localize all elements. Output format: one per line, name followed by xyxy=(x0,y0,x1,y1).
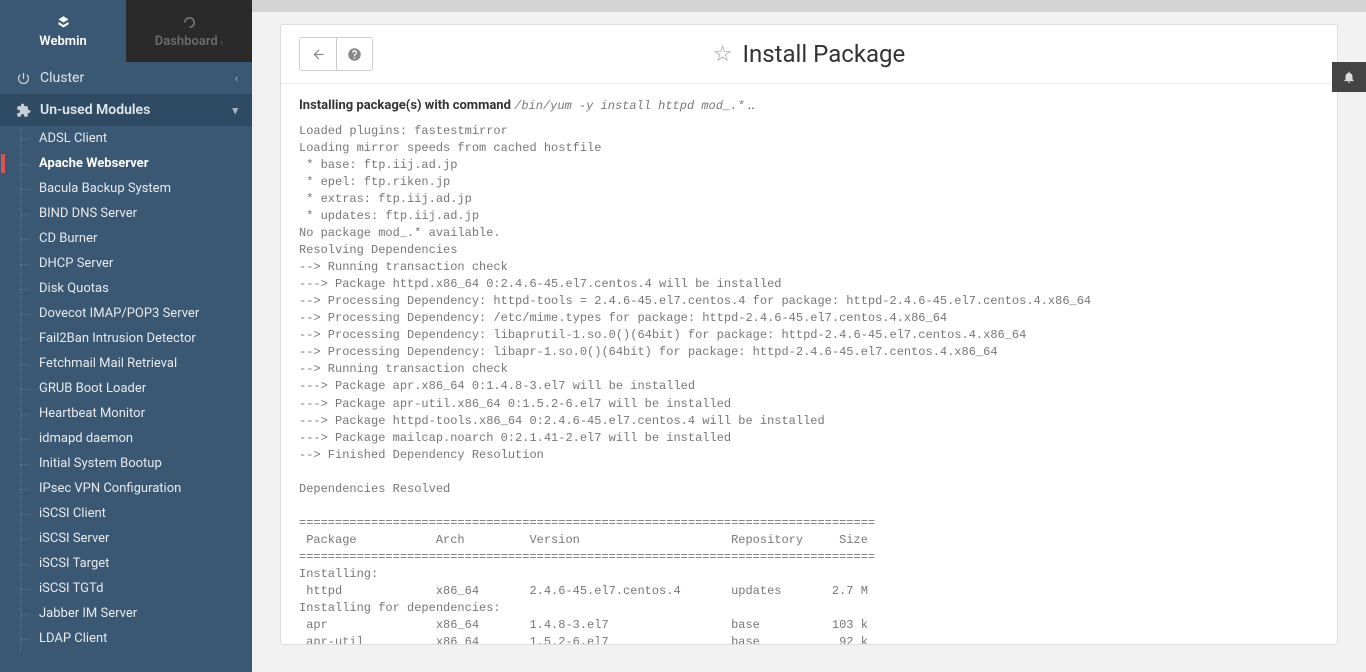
tab-dashboard-label: Dashboard › xyxy=(155,34,223,49)
sidebar-item-cd-burner[interactable]: CD Burner xyxy=(21,226,252,251)
install-command: /bin/yum -y install httpd mod_.* xyxy=(514,99,744,113)
sidebar-item-iscsi-server[interactable]: iSCSI Server xyxy=(21,526,252,551)
sidebar-item-label: BIND DNS Server xyxy=(39,206,137,221)
sidebar-cat-cluster[interactable]: Cluster ‹ xyxy=(0,62,252,94)
sidebar-item-label: iSCSI Target xyxy=(39,556,109,571)
sidebar-item-label: Bacula Backup System xyxy=(39,181,171,196)
sidebar-item-label: Initial System Bootup xyxy=(39,456,162,471)
sidebar-item-fail2ban-intrusion-detector[interactable]: Fail2Ban Intrusion Detector xyxy=(21,326,252,351)
sidebar-item-idmapd-daemon[interactable]: idmapd daemon xyxy=(21,426,252,451)
bell-icon xyxy=(1342,70,1356,84)
sidebar-item-label: CD Burner xyxy=(39,231,97,246)
puzzle-icon xyxy=(14,102,32,118)
sidebar-item-dovecot-imap-pop3-server[interactable]: Dovecot IMAP/POP3 Server xyxy=(21,301,252,326)
sidebar-item-label: Disk Quotas xyxy=(39,281,109,296)
sidebar-item-label: iSCSI Server xyxy=(39,531,109,546)
back-button[interactable] xyxy=(300,38,336,70)
nav-buttons xyxy=(299,37,373,71)
sidebar-item-label: GRUB Boot Loader xyxy=(39,381,146,396)
command-output: Loaded plugins: fastestmirror Loading mi… xyxy=(299,123,1319,644)
sidebar-item-label: iSCSI TGTd xyxy=(39,581,103,596)
page-title: Install Package xyxy=(742,40,905,68)
notifications-toggle[interactable] xyxy=(1332,62,1366,92)
sidebar-item-iscsi-tgtd[interactable]: iSCSI TGTd xyxy=(21,576,252,601)
sidebar-item-disk-quotas[interactable]: Disk Quotas xyxy=(21,276,252,301)
sidebar-cat-unused[interactable]: Un-used Modules ▾ xyxy=(0,94,252,126)
dashboard-icon xyxy=(182,14,197,32)
power-icon xyxy=(14,70,32,86)
sidebar-item-label: Fetchmail Mail Retrieval xyxy=(39,356,177,371)
content-panel: ☆ Install Package Installing package(s) … xyxy=(280,24,1338,645)
sidebar-cat-unused-label: Un-used Modules xyxy=(40,102,150,118)
help-button[interactable] xyxy=(336,38,372,70)
install-prefix: Installing package(s) with command xyxy=(299,98,514,113)
sidebar-item-apache-webserver[interactable]: Apache Webserver xyxy=(21,151,252,176)
top-strip xyxy=(252,0,1366,12)
sidebar-item-initial-system-bootup[interactable]: Initial System Bootup xyxy=(21,451,252,476)
main: ☆ Install Package Installing package(s) … xyxy=(252,0,1366,672)
sidebar-item-label: idmapd daemon xyxy=(39,431,133,446)
sidebar-item-label: Heartbeat Monitor xyxy=(39,406,145,421)
arrow-left-icon xyxy=(311,47,326,62)
sidebar-item-ipsec-vpn-configuration[interactable]: IPsec VPN Configuration xyxy=(21,476,252,501)
chevron-left-icon: ‹ xyxy=(235,72,238,85)
sidebar-item-bacula-backup-system[interactable]: Bacula Backup System xyxy=(21,176,252,201)
help-icon xyxy=(347,47,362,62)
tab-webmin[interactable]: Webmin xyxy=(0,0,126,62)
sidebar-item-dhcp-server[interactable]: DHCP Server xyxy=(21,251,252,276)
sidebar-item-iscsi-client[interactable]: iSCSI Client xyxy=(21,501,252,526)
sidebar: Webmin Dashboard › Cluster ‹ Un-used Mod… xyxy=(0,0,252,672)
sidebar-item-bind-dns-server[interactable]: BIND DNS Server xyxy=(21,201,252,226)
sidebar-item-label: IPsec VPN Configuration xyxy=(39,481,181,496)
install-suffix: .. xyxy=(745,98,755,113)
sidebar-item-label: ADSL Client xyxy=(39,131,107,146)
sidebar-module-tree: ADSL Client Apache Webserver Bacula Backup… xyxy=(20,126,252,651)
sidebar-item-ldap-client[interactable]: LDAP Client xyxy=(21,626,252,651)
sidebar-tabs: Webmin Dashboard › xyxy=(0,0,252,62)
sidebar-item-label: Fail2Ban Intrusion Detector xyxy=(39,331,196,346)
sidebar-item-adsl-client[interactable]: ADSL Client xyxy=(21,126,252,151)
sidebar-item-grub-boot-loader[interactable]: GRUB Boot Loader xyxy=(21,376,252,401)
sidebar-item-label: DHCP Server xyxy=(39,256,113,271)
sidebar-item-jabber-im-server[interactable]: Jabber IM Server xyxy=(21,601,252,626)
sidebar-cat-cluster-label: Cluster xyxy=(40,70,84,86)
tab-dashboard[interactable]: Dashboard › xyxy=(126,0,252,62)
tab-webmin-label: Webmin xyxy=(39,34,86,49)
panel-header: ☆ Install Package xyxy=(281,25,1337,84)
favorite-star-icon[interactable]: ☆ xyxy=(713,42,733,67)
install-command-line: Installing package(s) with command /bin/… xyxy=(299,98,1319,113)
sidebar-item-label: LDAP Client xyxy=(39,631,107,646)
sidebar-item-iscsi-target[interactable]: iSCSI Target xyxy=(21,551,252,576)
webmin-icon xyxy=(56,14,71,32)
sidebar-item-label: Jabber IM Server xyxy=(39,606,137,621)
sidebar-item-label: iSCSI Client xyxy=(39,506,106,521)
sidebar-item-heartbeat-monitor[interactable]: Heartbeat Monitor xyxy=(21,401,252,426)
sidebar-item-fetchmail-mail-retrieval[interactable]: Fetchmail Mail Retrieval xyxy=(21,351,252,376)
chevron-down-icon: ▾ xyxy=(232,104,238,117)
panel-body: Installing package(s) with command /bin/… xyxy=(281,84,1337,644)
sidebar-item-label: Apache Webserver xyxy=(39,156,148,171)
sidebar-item-label: Dovecot IMAP/POP3 Server xyxy=(39,306,199,321)
